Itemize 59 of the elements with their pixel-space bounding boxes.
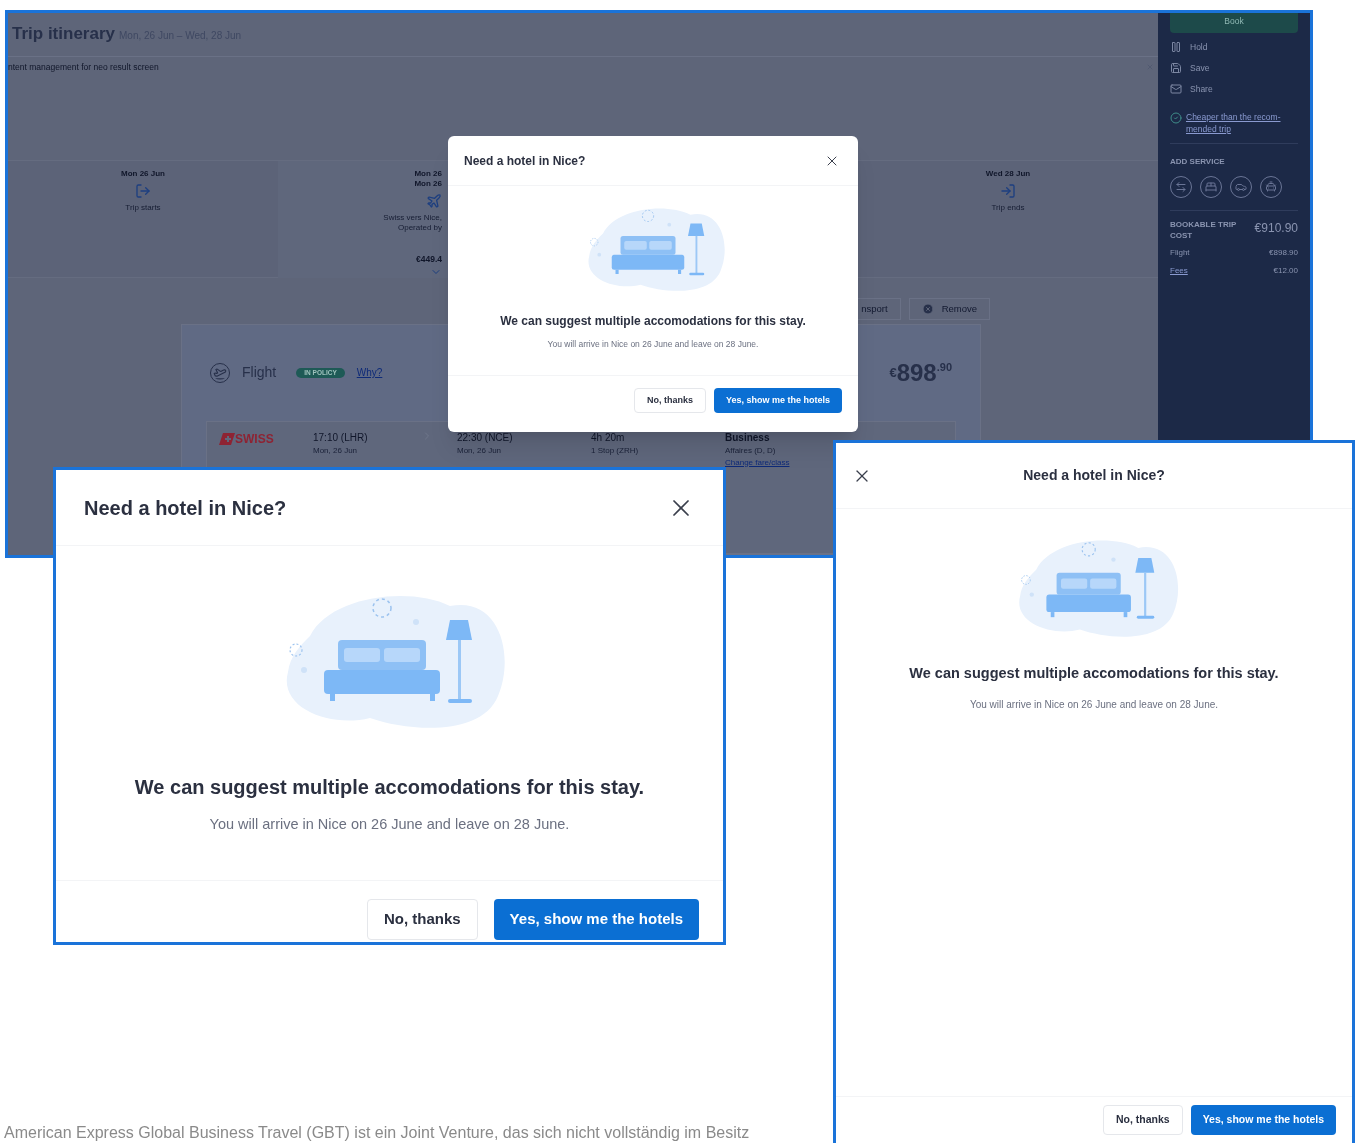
car-icon bbox=[1235, 181, 1247, 194]
dialog-subtext: You will arrive in Nice on 26 June and leave on 28 June. bbox=[969, 697, 1219, 712]
dialog-title: Need a hotel in Nice? bbox=[84, 495, 287, 521]
cheaper-trip-link[interactable]: Cheaper than the recom- mended trip bbox=[1186, 111, 1281, 136]
envelope-icon bbox=[1170, 82, 1182, 95]
confirm-button[interactable]: Yes, show me the hotels bbox=[1190, 1105, 1336, 1135]
price-whole: 898 bbox=[896, 358, 937, 387]
enter-icon bbox=[1000, 182, 1016, 199]
fare-cabin: Business bbox=[725, 430, 771, 445]
airline-name: SWISS bbox=[235, 430, 274, 448]
price-cents: .90 bbox=[936, 359, 952, 373]
section-label: ADD SERVICE bbox=[1170, 156, 1226, 169]
swiss-flag-icon bbox=[219, 432, 235, 445]
remove-button[interactable]: Remove bbox=[908, 297, 990, 320]
bed-icon bbox=[1205, 181, 1217, 194]
dialog-headline: We can suggest multiple accomodations for this stay. bbox=[134, 775, 645, 800]
cost-line-value: €898.90 bbox=[1269, 247, 1298, 260]
price-currency: € bbox=[889, 363, 897, 380]
cost-label: BOOKABLE TRIP COST bbox=[1170, 219, 1238, 242]
sidebar-action[interactable]: Share bbox=[1170, 82, 1298, 96]
dialog-title: Need a hotel in Nice? bbox=[1022, 466, 1166, 485]
timeline-caption: Operated by bbox=[397, 222, 442, 233]
timeline-date: Wed 28 Jun bbox=[985, 168, 1031, 179]
dialog-subtext: You will arrive in Nice on 26 June and leave on 28 June. bbox=[547, 338, 759, 351]
exit-icon bbox=[135, 182, 151, 199]
timeline-price: €449.4 bbox=[416, 252, 442, 266]
dialog-headline: We can suggest multiple accomodations for this stay. bbox=[909, 664, 1279, 683]
dialog-title: Need a hotel in Nice? bbox=[464, 152, 586, 170]
pause-icon bbox=[1170, 41, 1182, 54]
sidebar-action[interactable]: Save bbox=[1170, 61, 1298, 75]
dialog-subtext: You will arrive in Nice on 26 June and leave on 28 June. bbox=[209, 815, 570, 834]
timeline-date: Mon 26 bbox=[414, 178, 442, 189]
check-circle-icon bbox=[1170, 112, 1182, 125]
card-title: Flight bbox=[242, 363, 277, 383]
fees-link[interactable]: Fees bbox=[1170, 265, 1188, 278]
book-button[interactable]: Book bbox=[1170, 13, 1298, 33]
decline-button[interactable]: No, thanks bbox=[1102, 1105, 1183, 1135]
confirm-button[interactable]: Yes, show me the hotels bbox=[713, 387, 842, 413]
decline-button[interactable]: No, thanks bbox=[366, 898, 478, 940]
flight-duration: 4h 20m bbox=[591, 430, 626, 445]
dialog-headline: We can suggest multiple accomodations for this stay. bbox=[500, 313, 806, 330]
arrows-icon bbox=[1175, 181, 1187, 194]
sidebar-action[interactable]: Hold bbox=[1170, 41, 1298, 54]
notice-text: ntent management for neo result screen bbox=[8, 61, 159, 74]
departure-time: 17:10 (LHR) bbox=[313, 430, 369, 445]
cost-total: €910.90 bbox=[1254, 220, 1298, 238]
confirm-button[interactable]: Yes, show me the hotels bbox=[493, 898, 699, 940]
cost-line-label: Flight bbox=[1170, 247, 1190, 260]
timeline-caption: Trip starts bbox=[125, 202, 161, 213]
plane-icon bbox=[426, 192, 442, 209]
decline-button[interactable]: No, thanks bbox=[633, 387, 706, 413]
timeline-date: Mon 26 Jun bbox=[121, 168, 165, 179]
taxi-icon bbox=[1265, 181, 1277, 194]
timeline-date: Mon 26 bbox=[414, 168, 442, 179]
arrival-time: 22:30 (NCE) bbox=[457, 430, 514, 445]
footer-text: American Express Global Business Travel (GBT) ist ein Joint Venture, das sich nicht vollständig im Besitz bbox=[4, 1123, 750, 1143]
remove-icon bbox=[921, 302, 934, 315]
timeline-caption: Swiss vers Nice, bbox=[383, 212, 442, 223]
cost-line-value: €12.00 bbox=[1273, 265, 1298, 278]
